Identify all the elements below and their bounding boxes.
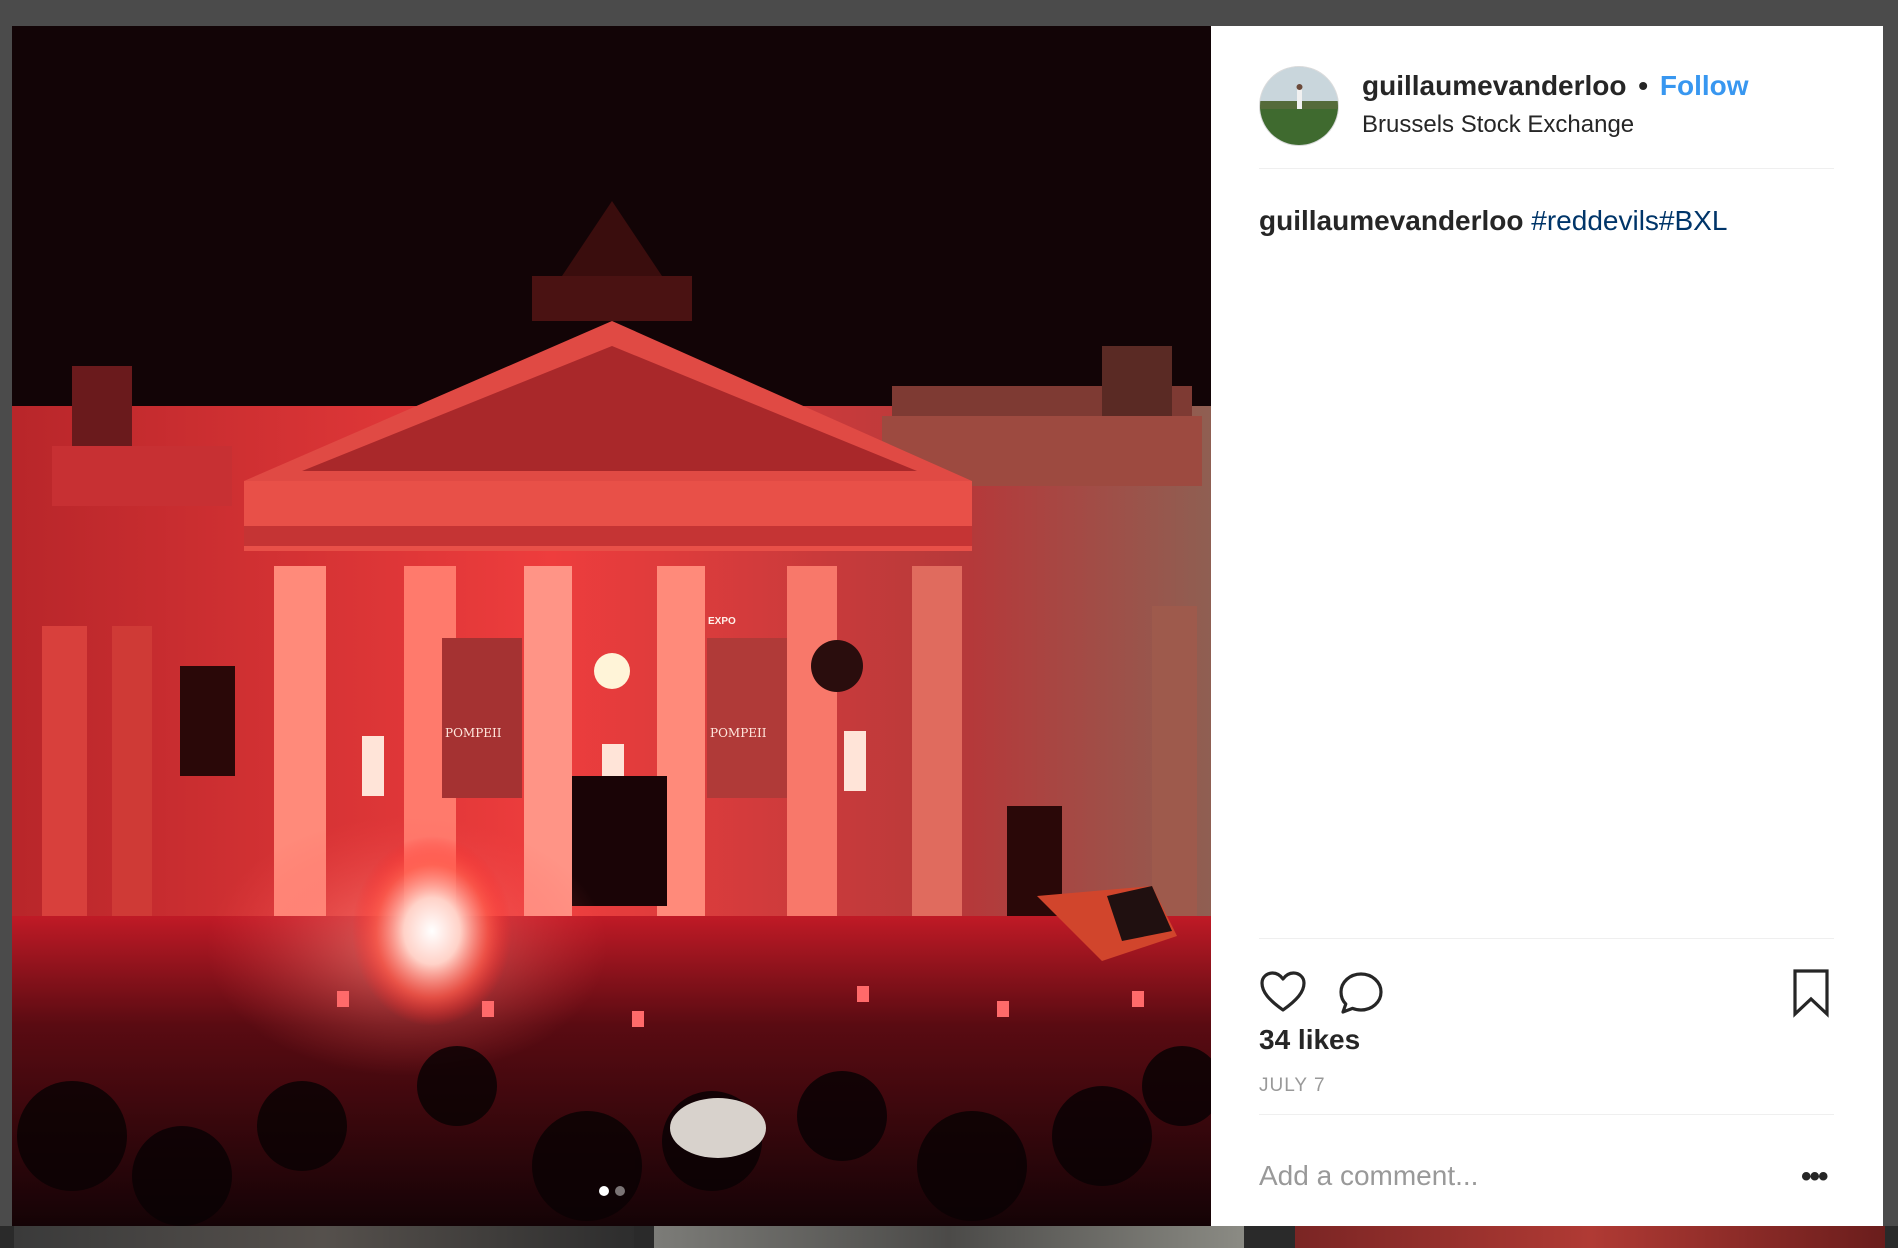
caption-author-link[interactable]: guillaumevanderloo [1259,205,1524,236]
username-link[interactable]: guillaumevanderloo [1362,70,1627,101]
location-link[interactable]: Brussels Stock Exchange [1362,111,1634,139]
expo-sign: EXPO [708,616,736,627]
divider [1259,938,1834,939]
banner-text: POMPEII [445,726,502,740]
carousel-dot-active[interactable] [598,1186,609,1196]
bookmark-icon[interactable] [1791,968,1831,1023]
like-count[interactable]: 34 likes [1259,1024,1360,1056]
more-options-button[interactable]: ••• [1801,1160,1828,1194]
comment-icon[interactable] [1337,970,1385,1023]
post-sidebar: guillaumevanderloo • Follow Brussels Sto… [1211,26,1883,1226]
caption: guillaumevanderloo #reddevils#BXL [1259,205,1727,237]
grid-thumbnail[interactable] [14,1226,634,1248]
header-user-line: guillaumevanderloo • Follow [1362,70,1749,102]
post-photo-image [12,26,1211,1226]
comment-input[interactable] [1259,1156,1759,1196]
post-photo[interactable]: POMPEII POMPEII EXPO [12,26,1211,1226]
grid-thumbnail[interactable] [1295,1226,1885,1248]
divider [1259,1114,1834,1115]
avatar-icon[interactable] [1259,66,1339,146]
carousel-dot[interactable] [614,1186,625,1196]
heart-icon[interactable] [1259,970,1307,1019]
banner-text: POMPEII [710,726,767,740]
grid-thumbnail[interactable] [654,1226,1244,1248]
post-modal: POMPEII POMPEII EXPO guillaumevanderloo [12,26,1883,1226]
post-header: guillaumevanderloo • Follow Brussels Sto… [1259,64,1834,169]
header-separator: • [1638,70,1649,101]
hashtag-link[interactable]: #reddevils#BXL [1531,205,1727,236]
carousel-indicator [12,1186,1211,1196]
follow-button[interactable]: Follow [1660,70,1749,101]
post-date[interactable]: JULY 7 [1259,1075,1326,1097]
